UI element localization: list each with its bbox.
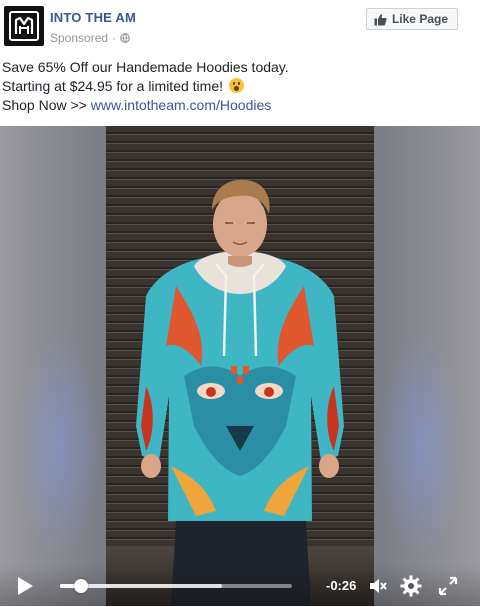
video-player[interactable]: -0:26 xyxy=(0,126,480,606)
like-page-label: Like Page xyxy=(391,12,448,26)
sponsored-meta: Sponsored · xyxy=(50,31,130,45)
time-remaining: -0:26 xyxy=(326,578,357,593)
thumbs-up-icon xyxy=(374,13,387,25)
into-the-am-logo-icon xyxy=(9,11,39,41)
model-in-hoodie-image xyxy=(136,179,344,606)
sponsored-post: INTO THE AM Sponsored · Like Page Save 6… xyxy=(0,0,480,607)
video-controls: -0:26 xyxy=(0,564,480,606)
page-name-link[interactable]: INTO THE AM xyxy=(50,10,136,25)
like-page-button[interactable]: Like Page xyxy=(365,8,458,30)
post-line-2-text: Starting at $24.95 for a limited time! xyxy=(2,78,223,94)
globe-icon[interactable] xyxy=(120,33,130,43)
gear-icon[interactable] xyxy=(400,575,422,597)
fullscreen-icon[interactable] xyxy=(438,576,458,596)
video-frame[interactable] xyxy=(106,126,374,606)
hoodies-link[interactable]: www.intotheam.com/Hoodies xyxy=(91,97,272,113)
play-icon[interactable] xyxy=(16,576,34,596)
page-avatar[interactable] xyxy=(4,6,44,46)
post-message: Save 65% Off our Handemade Hoodies today… xyxy=(2,58,472,115)
post-header: INTO THE AM Sponsored · Like Page xyxy=(0,0,480,56)
sponsored-label[interactable]: Sponsored xyxy=(50,31,108,45)
shop-now-text: Shop Now >> xyxy=(2,97,91,113)
post-line-1: Save 65% Off our Handemade Hoodies today… xyxy=(2,59,289,75)
surprised-face-emoji-icon xyxy=(228,78,244,93)
post-line-2: Starting at $24.95 for a limited time! xyxy=(2,77,472,96)
progress-scrubber-handle[interactable] xyxy=(73,579,88,593)
video-progress-bar[interactable] xyxy=(60,579,292,593)
mute-icon[interactable] xyxy=(368,576,388,596)
post-line-3: Shop Now >> www.intotheam.com/Hoodies xyxy=(2,96,472,115)
meta-separator: · xyxy=(112,31,117,45)
